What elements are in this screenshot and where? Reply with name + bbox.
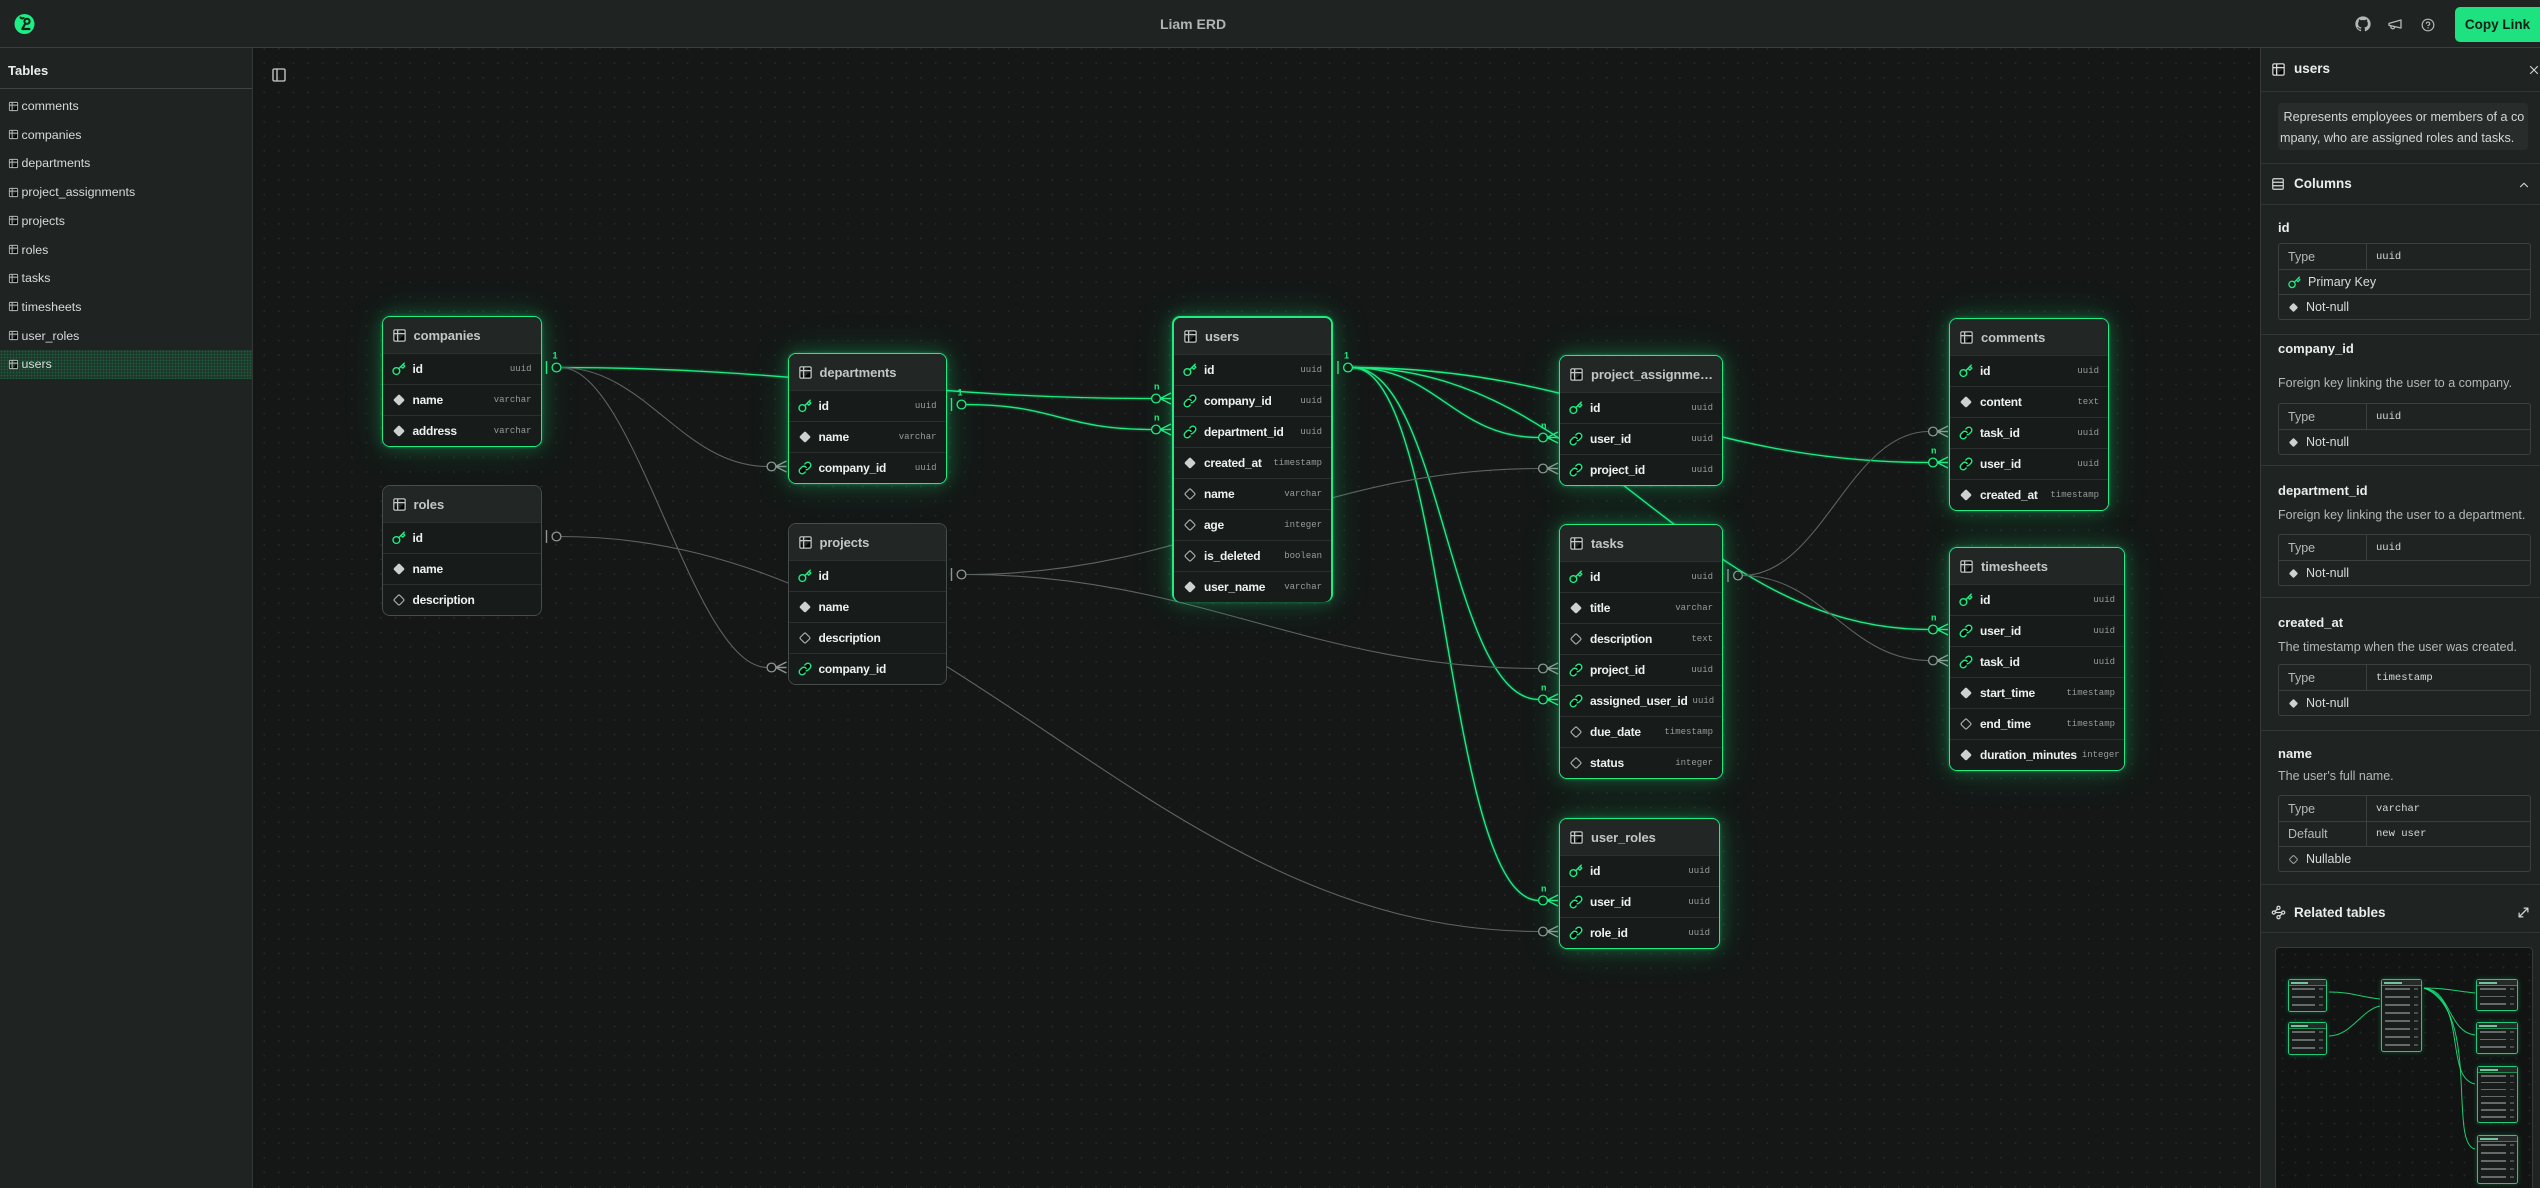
svg-text:1: 1 [958,388,963,398]
svg-text:n: n [1931,613,1937,623]
svg-text:n: n [1154,382,1160,392]
svg-text:n: n [1541,421,1547,431]
svg-text:n: n [1541,884,1547,894]
svg-text:n: n [1931,446,1937,456]
svg-text:n: n [1541,683,1547,693]
svg-text:n: n [1154,413,1160,423]
svg-text:1: 1 [1344,351,1349,361]
svg-text:1: 1 [553,351,558,361]
